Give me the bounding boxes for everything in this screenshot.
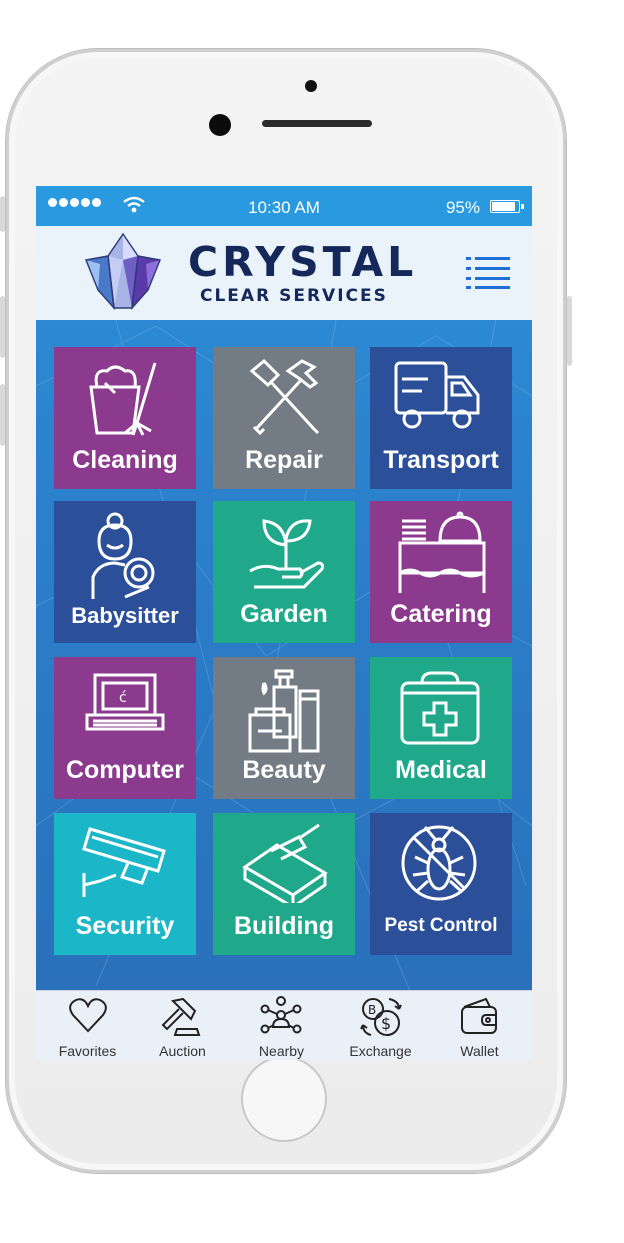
service-label: Cleaning xyxy=(72,446,178,474)
service-label: Babysitter xyxy=(71,603,179,628)
front-camera xyxy=(209,114,231,136)
service-tile-beauty[interactable]: Beauty xyxy=(213,657,355,799)
hamburger-menu-icon[interactable] xyxy=(466,256,510,290)
service-label: Computer xyxy=(65,756,185,784)
laptop-icon: ć xyxy=(85,673,165,731)
service-label: Beauty xyxy=(242,756,326,784)
service-label: Transport xyxy=(383,446,499,474)
tab-label: Wallet xyxy=(460,1043,499,1059)
battery-percent: 95% xyxy=(445,198,480,217)
hammer-screwdriver-icon xyxy=(249,358,320,436)
crystal-logo-icon xyxy=(85,232,161,311)
service-label: Security xyxy=(75,912,175,940)
brand-subtitle: CLEAR SERVICES xyxy=(200,286,388,306)
app-header: CRYSTAL CLEAR SERVICES xyxy=(36,226,532,320)
power-button xyxy=(567,296,572,366)
service-grid: Cleaning Repair Transport Babysitter Gar… xyxy=(36,320,532,990)
truck-icon xyxy=(394,361,480,429)
no-cockroach-icon xyxy=(401,825,477,901)
cleaning-bucket-mop-icon xyxy=(89,362,157,436)
tab-label: Favorites xyxy=(58,1043,117,1059)
gavel-icon xyxy=(161,997,201,1036)
tab-label: Exchange xyxy=(349,1043,412,1059)
service-tile-repair[interactable]: Repair xyxy=(213,347,355,489)
currency-exchange-icon: B $ xyxy=(360,998,402,1036)
service-tile-babysitter[interactable]: Babysitter xyxy=(54,501,196,643)
volume-down-button xyxy=(0,384,5,446)
babysitter-icon xyxy=(91,512,155,599)
service-tile-transport[interactable]: Transport xyxy=(370,347,512,489)
tab-label: Auction xyxy=(159,1043,206,1059)
security-camera-icon xyxy=(82,827,166,897)
service-tile-pest-control[interactable]: Pest Control xyxy=(370,813,512,955)
tab-exchange[interactable]: B $ Exchange xyxy=(331,991,430,1060)
svg-text:B: B xyxy=(368,1003,376,1017)
people-network-icon xyxy=(260,996,302,1034)
service-tile-medical[interactable]: Medical xyxy=(370,657,512,799)
service-tile-computer[interactable]: ć Computer xyxy=(54,657,196,799)
brand-title: CRYSTAL xyxy=(188,238,418,286)
service-label: Pest Control xyxy=(384,915,498,936)
battery-icon xyxy=(490,200,524,213)
svg-text:ć: ć xyxy=(119,690,127,706)
heart-icon xyxy=(69,998,107,1033)
tab-wallet[interactable]: Wallet xyxy=(430,991,529,1060)
service-label: Garden xyxy=(240,600,328,628)
service-label: Catering xyxy=(390,600,492,628)
earpiece-speaker xyxy=(262,120,372,127)
status-bar: 10:30 AM 95% xyxy=(36,186,532,226)
service-tile-garden[interactable]: Garden xyxy=(213,501,355,643)
service-label: Medical xyxy=(395,756,487,784)
medical-kit-icon xyxy=(400,671,480,745)
svg-text:$: $ xyxy=(381,1014,391,1033)
catering-cart-icon xyxy=(398,511,486,593)
side-button-left xyxy=(0,196,5,232)
service-label: Repair xyxy=(245,446,323,474)
brick-trowel-icon xyxy=(242,823,328,903)
service-tile-security[interactable]: Security xyxy=(54,813,196,955)
service-label: Building xyxy=(234,912,334,940)
proximity-sensor xyxy=(305,80,317,92)
volume-up-button xyxy=(0,296,5,358)
service-tile-cleaning[interactable]: Cleaning xyxy=(54,347,196,489)
app-screen: 10:30 AM 95% CRYSTAL CLEAR SERVICES Clea… xyxy=(36,186,532,1060)
service-tile-catering[interactable]: Catering xyxy=(370,501,512,643)
service-tile-building[interactable]: Building xyxy=(213,813,355,955)
tab-label: Nearby xyxy=(258,1043,305,1059)
home-button[interactable] xyxy=(241,1056,327,1142)
bottom-tab-bar: Favorites Auction Nearby B $ Exchange Wa… xyxy=(36,990,532,1060)
cosmetics-icon xyxy=(248,669,320,753)
tab-auction[interactable]: Auction xyxy=(133,991,232,1060)
tab-favorites[interactable]: Favorites xyxy=(38,991,137,1060)
tab-nearby[interactable]: Nearby xyxy=(232,991,331,1060)
plant-hand-icon xyxy=(249,519,324,589)
wallet-icon xyxy=(461,997,497,1034)
